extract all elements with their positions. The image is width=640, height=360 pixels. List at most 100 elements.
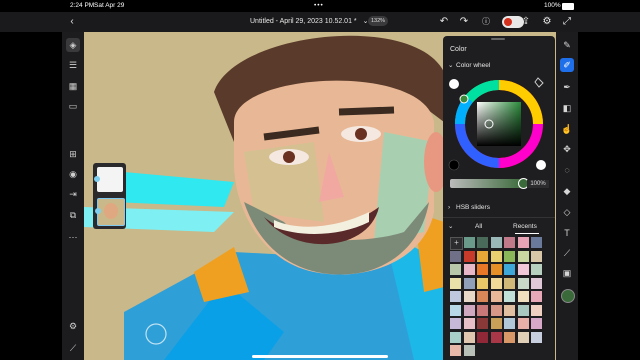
opacity-value[interactable]: 100% bbox=[527, 180, 549, 188]
color-swatch[interactable] bbox=[531, 250, 542, 262]
color-swatch[interactable] bbox=[531, 264, 542, 275]
tab-recents[interactable]: Recents bbox=[513, 223, 537, 230]
gear-icon[interactable]: ⚙ bbox=[541, 16, 553, 28]
drag-handle[interactable] bbox=[491, 38, 505, 40]
settings-icon[interactable]: ⚙ bbox=[66, 319, 80, 333]
color-swatch[interactable] bbox=[531, 277, 542, 289]
color-swatch[interactable] bbox=[450, 318, 461, 329]
color-swatch[interactable] bbox=[450, 291, 461, 302]
multitask-dots[interactable]: ••• bbox=[314, 2, 324, 9]
color-swatch[interactable] bbox=[477, 250, 488, 262]
color-swatch[interactable] bbox=[517, 331, 529, 343]
color-swatch[interactable] bbox=[463, 277, 475, 289]
layer-thumbnail-2[interactable] bbox=[95, 198, 125, 226]
lasso-icon[interactable]: ◌ bbox=[560, 163, 574, 177]
shape-icon[interactable]: ◇ bbox=[560, 205, 574, 219]
color-swatch[interactable] bbox=[490, 237, 502, 248]
comment-icon[interactable]: ▭ bbox=[66, 99, 80, 113]
color-swatch[interactable] bbox=[477, 318, 488, 329]
visibility-icon[interactable]: ◉ bbox=[66, 167, 80, 181]
color-swatch[interactable] bbox=[463, 331, 475, 343]
layer-visibility-icon[interactable] bbox=[94, 176, 100, 182]
layer-arrange-icon[interactable]: ⧉ bbox=[66, 208, 80, 222]
layer-thumbnail-1[interactable] bbox=[94, 167, 123, 192]
color-swatch[interactable] bbox=[477, 264, 488, 275]
color-swatch[interactable] bbox=[490, 291, 502, 302]
color-swatch[interactable] bbox=[531, 291, 542, 302]
export-layer-icon[interactable]: ⇥ bbox=[66, 187, 80, 201]
color-swatch[interactable] bbox=[463, 237, 475, 248]
chevron-right-icon[interactable]: › bbox=[448, 204, 450, 211]
color-swatch[interactable] bbox=[477, 304, 488, 316]
color-swatch[interactable] bbox=[517, 318, 529, 329]
color-swatch[interactable] bbox=[450, 250, 461, 262]
share-icon[interactable]: ⇪ bbox=[520, 16, 532, 28]
color-swatch[interactable] bbox=[477, 277, 488, 289]
help-icon[interactable]: ⓘ bbox=[480, 16, 492, 28]
text-icon[interactable]: T bbox=[560, 226, 574, 240]
color-wheel[interactable] bbox=[443, 72, 555, 178]
add-layer-icon[interactable]: ⊞ bbox=[66, 147, 80, 161]
vector-brush-icon[interactable]: ✒ bbox=[560, 80, 574, 94]
color-swatch[interactable] bbox=[450, 277, 461, 289]
color-swatch[interactable] bbox=[504, 237, 515, 248]
color-swatch[interactable] bbox=[450, 331, 461, 343]
color-swatch[interactable] bbox=[517, 237, 529, 248]
smudge-icon[interactable]: ☝ bbox=[560, 122, 574, 136]
color-swatch[interactable] bbox=[504, 291, 515, 302]
layers-panel[interactable] bbox=[93, 163, 126, 229]
fill-icon[interactable]: ◆ bbox=[560, 184, 574, 198]
color-swatch[interactable] bbox=[490, 318, 502, 329]
color-swatch[interactable] bbox=[504, 304, 515, 316]
color-swatch[interactable] bbox=[504, 318, 515, 329]
ruler-icon[interactable]: ⟋ bbox=[66, 341, 80, 355]
hsb-sliders-label[interactable]: HSB sliders bbox=[456, 204, 490, 211]
color-swatch[interactable] bbox=[463, 291, 475, 302]
redo-icon[interactable]: ↷ bbox=[458, 16, 470, 28]
color-swatch[interactable] bbox=[450, 345, 461, 356]
live-brush-icon[interactable]: ✐ bbox=[560, 58, 574, 72]
color-swatch[interactable] bbox=[490, 331, 502, 343]
color-swatch[interactable] bbox=[504, 331, 515, 343]
pixel-brush-icon[interactable]: ✎ bbox=[560, 38, 574, 52]
color-swatch[interactable] bbox=[490, 304, 502, 316]
add-swatch-button[interactable]: + bbox=[450, 237, 463, 250]
opacity-slider[interactable] bbox=[450, 178, 529, 189]
color-swatch[interactable] bbox=[504, 264, 515, 275]
chevron-down-icon[interactable]: ⌄ bbox=[448, 222, 453, 230]
color-swatch[interactable] bbox=[504, 277, 515, 289]
more-icon[interactable]: ⋯ bbox=[66, 230, 80, 244]
color-swatch[interactable] bbox=[490, 264, 502, 275]
color-swatch[interactable] bbox=[450, 304, 461, 316]
color-swatch[interactable] bbox=[477, 291, 488, 302]
document-title-group[interactable]: Untitled - April 29, 2023 10.52.01 * ⌄ bbox=[250, 17, 368, 25]
undo-icon[interactable]: ↶ bbox=[438, 16, 450, 28]
back-icon[interactable]: ‹ bbox=[66, 16, 78, 28]
color-swatch[interactable] bbox=[531, 331, 542, 343]
color-swatch[interactable] bbox=[463, 264, 475, 275]
fullscreen-icon[interactable]: ⤢ bbox=[561, 16, 573, 28]
color-swatch[interactable] bbox=[531, 318, 542, 329]
move-icon[interactable]: ✥ bbox=[560, 142, 574, 156]
zoom-badge[interactable]: 132% bbox=[368, 16, 388, 26]
color-swatch[interactable] bbox=[490, 250, 502, 262]
layers-icon[interactable]: ◈ bbox=[66, 38, 80, 52]
color-swatch[interactable] bbox=[531, 237, 542, 248]
color-swatch[interactable] bbox=[517, 304, 529, 316]
grid-icon[interactable]: ▦ bbox=[66, 79, 80, 93]
color-swatch[interactable] bbox=[517, 250, 529, 262]
color-swatch[interactable] bbox=[517, 277, 529, 289]
current-color-icon[interactable] bbox=[561, 289, 575, 303]
color-swatch[interactable] bbox=[517, 291, 529, 302]
image-icon[interactable]: ▣ bbox=[560, 266, 574, 280]
color-swatch[interactable] bbox=[463, 250, 475, 262]
eraser-icon[interactable]: ◧ bbox=[560, 101, 574, 115]
color-swatch[interactable] bbox=[504, 250, 515, 262]
color-swatch[interactable] bbox=[477, 331, 488, 343]
eyedropper-icon[interactable]: ⟋ bbox=[560, 246, 574, 260]
color-swatch[interactable] bbox=[463, 345, 475, 356]
color-swatch[interactable] bbox=[450, 264, 461, 275]
color-swatch[interactable] bbox=[477, 237, 488, 248]
adjust-icon[interactable]: ☰ bbox=[66, 58, 80, 72]
color-swatch[interactable] bbox=[463, 318, 475, 329]
